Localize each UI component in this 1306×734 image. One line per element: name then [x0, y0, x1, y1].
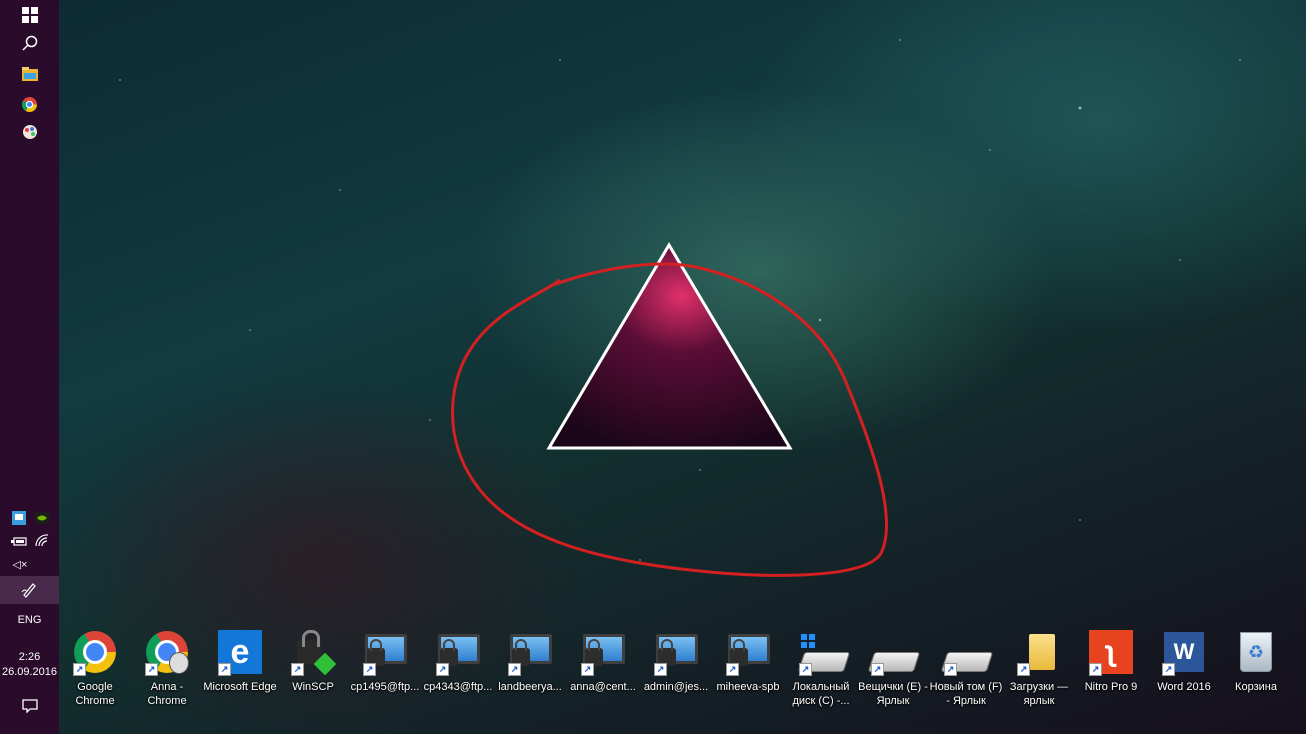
- paint-icon: [22, 125, 37, 139]
- desktop-icon-label: landbeerya...: [498, 681, 562, 693]
- language-indicator[interactable]: ENG: [0, 613, 59, 627]
- search-icon: [21, 35, 37, 51]
- pen-workspace-icon: [21, 583, 36, 598]
- folder-icon: [1029, 634, 1055, 670]
- shortcut-arrow-icon: ↗: [363, 663, 376, 676]
- desktop-icon-microsoft-edge[interactable]: e ↗ Microsoft Edge: [203, 628, 277, 716]
- shortcut-arrow-icon: ↗: [291, 663, 304, 676]
- desktop-icon-cp4343[interactable]: ↗ cp4343@ftp...: [422, 628, 494, 716]
- tray-battery[interactable]: [11, 533, 27, 549]
- desktop-icon-nitro-pro[interactable]: ʅ ↗ Nitro Pro 9: [1075, 628, 1147, 716]
- desktop-icon-label: Загрузки — ярлык: [1009, 681, 1069, 707]
- desktop-icon-label: Word 2016: [1157, 681, 1211, 693]
- desktop-icon-label: Вещички (E) - Ярлык: [858, 681, 928, 707]
- desktop-icon-label: anna@cent...: [570, 681, 636, 693]
- shortcut-arrow-icon: ↗: [726, 663, 739, 676]
- desktop-icon-cp1495[interactable]: ↗ cp1495@ftp...: [349, 628, 421, 716]
- wifi-icon: [35, 534, 49, 547]
- shortcut-arrow-icon: ↗: [73, 663, 86, 676]
- desktop-icon-label: Anna - Chrome: [147, 681, 187, 707]
- wallpaper-art: [451, 242, 889, 577]
- desktop-icon-google-chrome[interactable]: ↗ Google Chrome: [59, 628, 131, 716]
- chrome-icon: [22, 96, 37, 112]
- tray-nvidia[interactable]: [34, 510, 50, 526]
- desktop-icon-label: Новый том (F) - Ярлык: [929, 681, 1003, 707]
- desktop-icon-label: cp1495@ftp...: [350, 681, 420, 693]
- tray-pen-workspace[interactable]: [0, 576, 59, 604]
- desktop-icon-label: Microsoft Edge: [203, 681, 277, 693]
- shortcut-arrow-icon: ↗: [944, 663, 957, 676]
- desktop-icon-winscp[interactable]: ↗ WinSCP: [277, 628, 349, 716]
- desktop-icon-label: Nitro Pro 9: [1084, 681, 1138, 693]
- shortcut-arrow-icon: ↗: [508, 663, 521, 676]
- profile-avatar: [169, 652, 189, 674]
- desktop-icon-downloads[interactable]: ↗ Загрузки — ярлык: [1003, 628, 1075, 716]
- desktop-icon-anna-chrome[interactable]: ↗ Anna - Chrome: [131, 628, 203, 716]
- recycle-bin-icon: ♻: [1240, 632, 1272, 672]
- desktop-icon-label: WinSCP: [292, 681, 334, 693]
- shortcut-arrow-icon: ↗: [654, 663, 667, 676]
- desktop-icon-label: cp4343@ftp...: [423, 681, 493, 693]
- desktop-icon-local-disk-c[interactable]: ↗ Локальный диск (C) -...: [785, 628, 857, 716]
- search-button[interactable]: [0, 33, 59, 53]
- shortcut-arrow-icon: ↗: [871, 663, 884, 676]
- network-app-icon: [12, 511, 26, 525]
- start-button[interactable]: [0, 4, 59, 26]
- desktop-icon-label: admin@jes...: [643, 681, 709, 693]
- tray-wifi[interactable]: [34, 533, 50, 549]
- shortcut-arrow-icon: ↗: [799, 663, 812, 676]
- action-center-icon: [21, 699, 38, 713]
- desktop-icon-label: Корзина: [1235, 681, 1277, 693]
- shortcut-arrow-icon: ↗: [1162, 663, 1175, 676]
- shortcut-arrow-icon: ↗: [436, 663, 449, 676]
- desktop-icon-drive-f[interactable]: ↗ Новый том (F) - Ярлык: [930, 628, 1002, 716]
- taskbar: ◁× ENG 2:26 26.09.2016: [0, 0, 59, 734]
- clock-date[interactable]: 26.09.2016: [0, 665, 59, 679]
- shortcut-arrow-icon: ↗: [218, 663, 231, 676]
- tray-network-app[interactable]: [11, 510, 27, 526]
- file-explorer-icon: [21, 67, 38, 81]
- shortcut-arrow-icon: ↗: [1017, 663, 1030, 676]
- desktop-icon-recycle-bin[interactable]: ♻ Корзина: [1220, 628, 1292, 716]
- action-center-button[interactable]: [0, 696, 59, 716]
- desktop-icon-landbeerya[interactable]: ↗ landbeerya...: [494, 628, 566, 716]
- windows-logo-icon: [21, 7, 38, 23]
- shortcut-arrow-icon: ↗: [581, 663, 594, 676]
- desktop-icon-label: Google Chrome: [75, 681, 115, 707]
- taskbar-chrome[interactable]: [0, 94, 59, 114]
- shortcut-arrow-icon: ↗: [1089, 663, 1102, 676]
- taskbar-paint[interactable]: [0, 122, 59, 142]
- desktop-icon-admin-jes[interactable]: ↗ admin@jes...: [640, 628, 712, 716]
- clock-time[interactable]: 2:26: [0, 650, 59, 664]
- taskbar-file-explorer[interactable]: [0, 64, 59, 84]
- nvidia-icon: [35, 512, 49, 524]
- desktop-icon-word-2016[interactable]: W ↗ Word 2016: [1148, 628, 1220, 716]
- tray-volume-muted[interactable]: ◁×: [9, 556, 31, 572]
- desktop-icon-label: Локальный диск (C) -...: [792, 681, 850, 707]
- battery-icon: [11, 537, 27, 546]
- desktop-icon-anna-cent[interactable]: ↗ anna@cent...: [567, 628, 639, 716]
- desktop-icon-label: miheeva-spb: [716, 681, 780, 693]
- shortcut-arrow-icon: ↗: [145, 663, 158, 676]
- desktop-icon-drive-e[interactable]: ↗ Вещички (E) - Ярлык: [857, 628, 929, 716]
- volume-muted-icon: ◁×: [12, 558, 28, 571]
- desktop-icon-miheeva-spb[interactable]: ↗ miheeva-spb: [712, 628, 784, 716]
